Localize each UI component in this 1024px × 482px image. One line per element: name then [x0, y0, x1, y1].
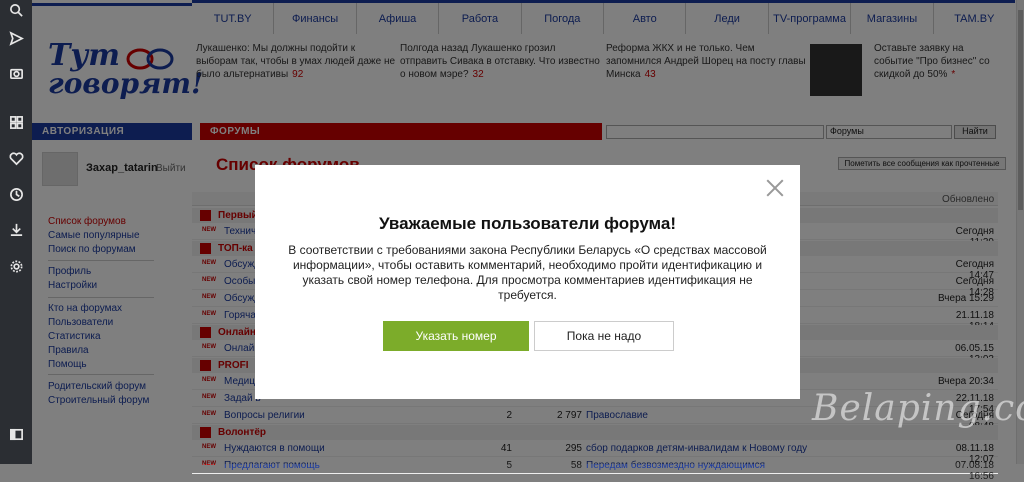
search-icon[interactable]: [6, 0, 26, 20]
send-icon[interactable]: [6, 28, 26, 48]
enter-phone-button[interactable]: Указать номер: [383, 321, 529, 351]
modal-title: Уважаемые пользователи форума!: [378, 214, 677, 233]
grid-icon[interactable]: [6, 112, 26, 132]
panel-toggle-icon[interactable]: [6, 424, 26, 444]
close-icon[interactable]: [766, 179, 784, 197]
watermark: Belaping.com: [812, 388, 1024, 429]
camera-icon[interactable]: [6, 63, 26, 83]
heart-icon[interactable]: [6, 148, 26, 168]
not-now-button[interactable]: Пока не надо: [534, 321, 674, 351]
identification-modal: Уважаемые пользователи форума! В соответ…: [255, 165, 800, 399]
modal-body: В соответствии с требованиями закона Рес…: [288, 243, 767, 302]
browser-sidebar: [0, 0, 32, 464]
settings-icon[interactable]: [6, 256, 26, 276]
download-icon[interactable]: [6, 219, 26, 239]
clock-icon[interactable]: [6, 184, 26, 204]
